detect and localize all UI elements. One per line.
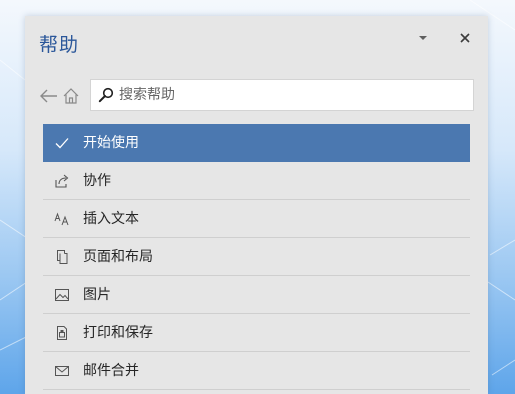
topic-getting-started[interactable]: 开始使用 bbox=[43, 124, 470, 162]
help-pane: 帮助 开始使用 bbox=[25, 16, 488, 394]
checkmark-icon bbox=[55, 138, 69, 149]
pages-icon bbox=[57, 250, 68, 264]
search-icon bbox=[98, 87, 114, 103]
topic-print-save[interactable]: 打印和保存 bbox=[43, 314, 470, 352]
text-size-icon bbox=[54, 212, 69, 226]
topic-label: 开始使用 bbox=[83, 135, 139, 151]
home-icon bbox=[63, 88, 79, 104]
share-icon bbox=[55, 174, 69, 188]
back-button[interactable] bbox=[39, 87, 59, 105]
topic-pictures[interactable]: 图片 bbox=[43, 276, 470, 314]
topic-collaborate[interactable]: 协作 bbox=[43, 162, 470, 200]
topic-label: 协作 bbox=[83, 173, 111, 189]
chevron-down-icon bbox=[419, 36, 427, 40]
help-topic-list: 开始使用 协作 插入文本 页面和布局 图片 打印和保存 邮件合并 bbox=[43, 124, 470, 390]
topic-pages-layout[interactable]: 页面和布局 bbox=[43, 238, 470, 276]
topic-insert-text[interactable]: 插入文本 bbox=[43, 200, 470, 238]
picture-icon bbox=[55, 289, 69, 301]
topic-label: 邮件合并 bbox=[83, 363, 139, 379]
home-button[interactable] bbox=[62, 87, 80, 105]
topic-mail-merge[interactable]: 邮件合并 bbox=[43, 352, 470, 390]
topic-label: 插入文本 bbox=[83, 211, 139, 227]
arrow-left-icon bbox=[40, 89, 57, 103]
close-pane-button[interactable] bbox=[456, 29, 474, 47]
print-save-icon bbox=[57, 326, 67, 340]
search-box[interactable] bbox=[90, 79, 474, 111]
pane-title: 帮助 bbox=[39, 34, 80, 56]
topic-label: 页面和布局 bbox=[83, 249, 153, 265]
search-input[interactable] bbox=[119, 82, 469, 108]
close-icon bbox=[460, 33, 470, 43]
topic-label: 打印和保存 bbox=[83, 325, 153, 341]
topic-label: 图片 bbox=[83, 287, 111, 303]
pane-options-button[interactable] bbox=[415, 30, 431, 46]
envelope-icon bbox=[55, 366, 69, 376]
